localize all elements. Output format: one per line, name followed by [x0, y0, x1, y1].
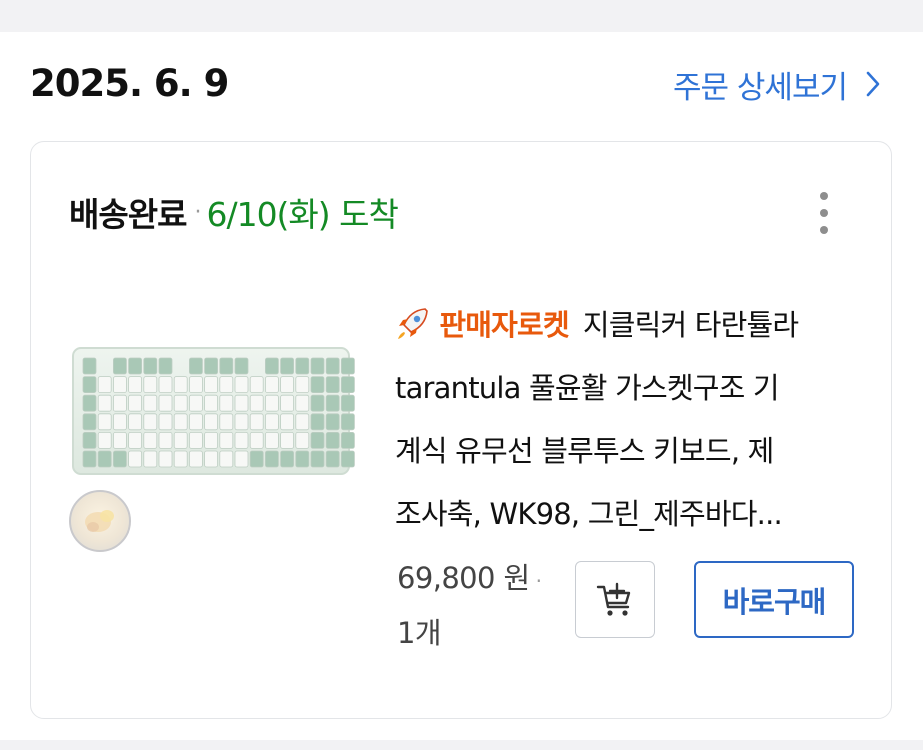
top-divider-band [0, 0, 923, 32]
order-detail-link[interactable]: 주문 상세보기 [673, 62, 881, 106]
product-quantity: 1개 [397, 616, 442, 650]
delivery-status-label: 배송완료 [69, 195, 187, 234]
title-line-1: 지클릭커 타란튤라 [582, 308, 799, 342]
rocket-icon [398, 308, 428, 339]
bottom-divider-band [0, 740, 923, 750]
title-line-4: 조사축, WK98, 그린_제주바다... [395, 497, 783, 531]
title-line-3: 계식 유무선 블루투스 키보드, 제 [395, 434, 774, 468]
price-quantity: 69,800 원 · 1개 [397, 552, 587, 659]
add-to-cart-button[interactable] [575, 561, 655, 638]
keyboard-product-image[interactable] [69, 342, 355, 482]
delivery-status-row: 배송완료 · 6/10(화) 도착 [69, 190, 399, 234]
gift-badge-icon [69, 490, 131, 552]
product-title[interactable]: 판매자로켓 지클릭커 타란튤라 tarantula 풀윤활 가스켓구조 기 계식 … [395, 294, 865, 546]
title-line-2: tarantula 풀윤활 가스켓구조 기 [395, 371, 780, 405]
price-separator: · [535, 569, 542, 593]
product-price: 69,800 원 [397, 561, 530, 595]
chevron-right-icon [866, 71, 880, 97]
status-separator: · [194, 199, 201, 225]
seller-rocket-badge: 판매자로켓 [439, 308, 569, 342]
more-vertical-icon[interactable] [811, 192, 837, 234]
order-date: 2025. 6. 9 [30, 62, 229, 105]
buy-now-button[interactable]: 바로구매 [694, 561, 854, 638]
order-detail-label: 주문 상세보기 [673, 69, 848, 106]
add-to-cart-icon [596, 582, 631, 616]
order-item-card: 배송완료 · 6/10(화) 도착 판매자로켓 지클릭커 타란튤라 tarant… [30, 141, 892, 719]
title-line: 판매자로켓 지클릭커 타란튤라 [395, 294, 865, 357]
arrival-date: 6/10(화) 도착 [206, 195, 398, 234]
